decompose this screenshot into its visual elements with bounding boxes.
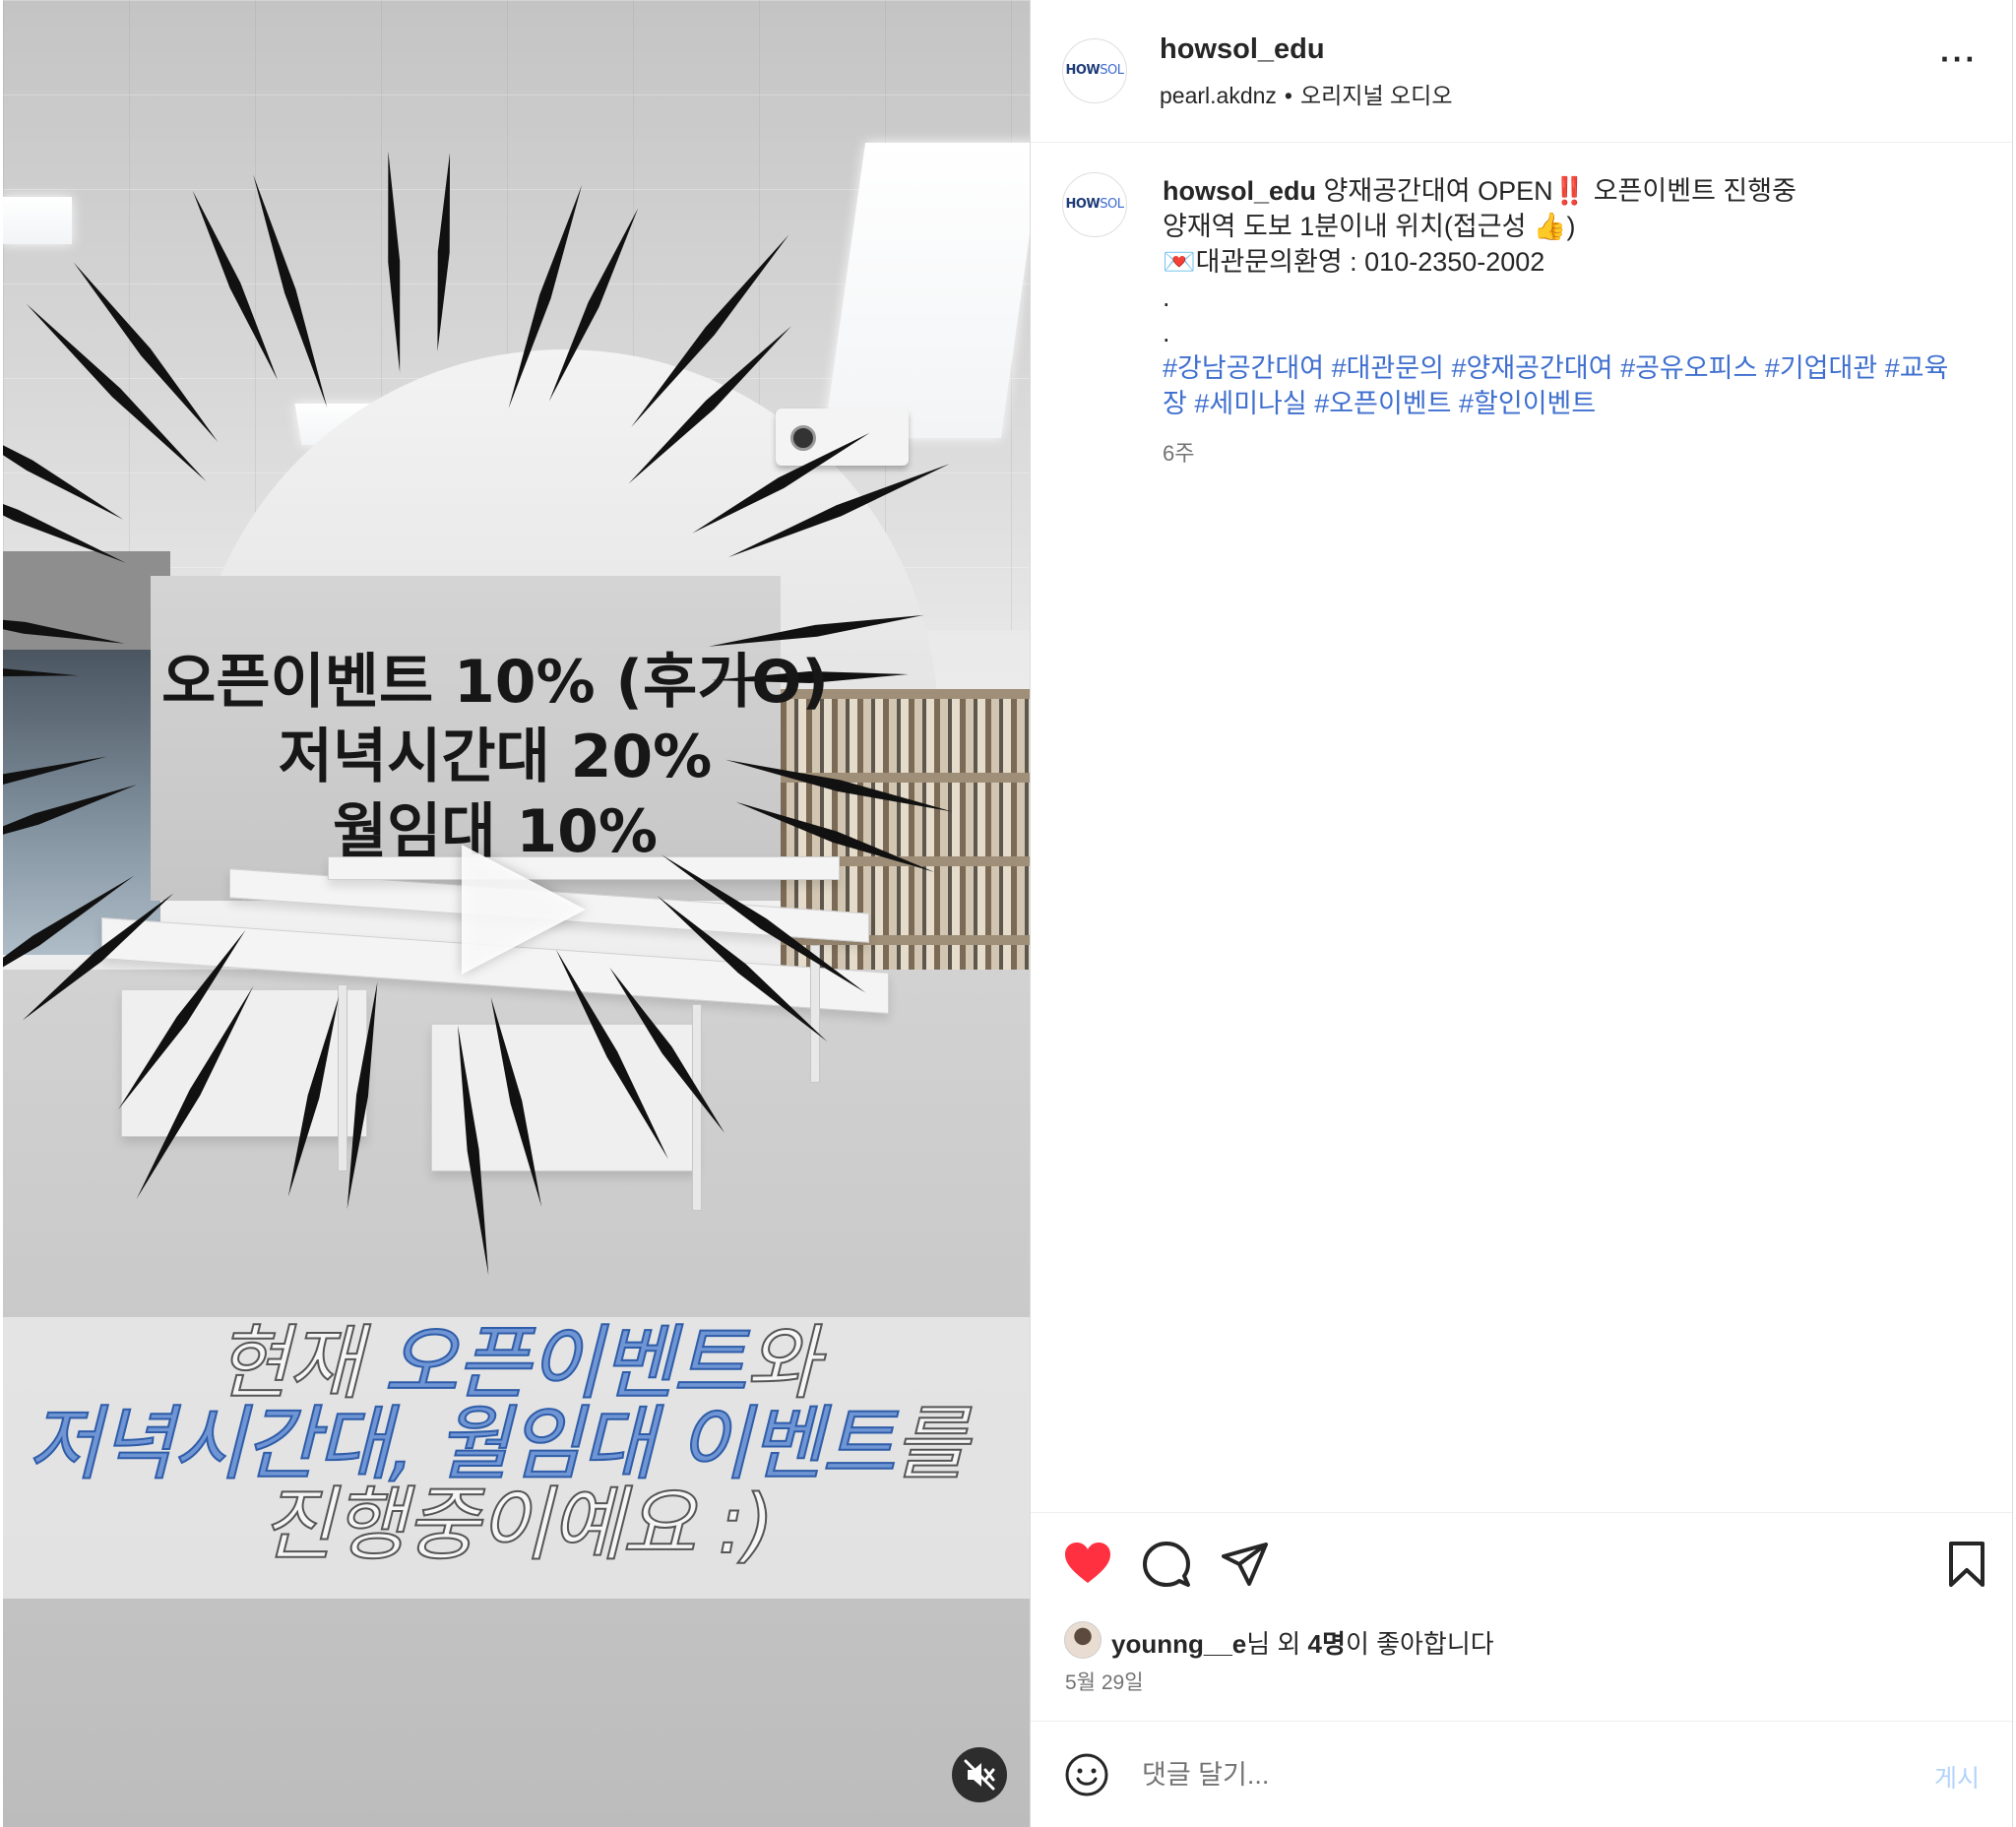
burst-spike [609, 967, 725, 1133]
caption-highlight: 저녁시간대, 월임대 이벤트 [27, 1398, 897, 1491]
burst-spike [490, 996, 542, 1207]
divider [1031, 1721, 2012, 1722]
burst-spike [3, 619, 125, 644]
event-line: 저녁시간대 20% [278, 723, 713, 791]
burst-spike [555, 949, 669, 1160]
reel-video[interactable]: 오픈이벤트 10% (후기O) 저녁시간대 20% 월임대 10% 현재 오픈이… [3, 0, 1030, 1827]
hashtag-link[interactable]: #공유오피스 [1620, 353, 1757, 383]
caption-text: 를 [893, 1398, 969, 1491]
caption-line: . [1163, 318, 1170, 347]
heart-filled-icon[interactable] [1062, 1539, 1113, 1590]
likes-summary: younng__e님 외 4명이 좋아합니다 [1111, 1624, 1494, 1661]
burst-spike [388, 151, 401, 373]
burst-spike [458, 1025, 489, 1276]
caption-avatar[interactable]: HOWSOL [1062, 172, 1127, 237]
hashtag-link[interactable]: #양재공간대여 [1451, 353, 1612, 383]
caption-highlight: 오픈이벤트 [383, 1317, 748, 1411]
comment-input[interactable] [1142, 1752, 1870, 1797]
burst-spike [3, 445, 124, 520]
burst-spike [287, 996, 340, 1197]
likes-text: 이 좋아합니다 [1345, 1629, 1494, 1659]
event-text: 오픈이벤트 10% (후기O) 저녁시간대 20% 월임대 10% [3, 645, 987, 869]
burst-spike [253, 174, 328, 409]
divider [1031, 1512, 2012, 1513]
post-date[interactable]: 5월 29일 [1065, 1667, 1144, 1696]
post-detail-panel: HOWSOL howsol_edu pearl.akdnz • 오리지널 오디오 ·… [1030, 0, 2013, 1827]
header-username[interactable]: howsol_edu [1160, 33, 1325, 66]
burst-spike [346, 981, 378, 1210]
caption-line: 💌대관문의환영 : 010-2350-2002 [1163, 247, 1545, 277]
profile-avatar[interactable]: HOWSOL [1062, 38, 1127, 103]
caption-text: 현재 [215, 1317, 384, 1411]
burst-spike [136, 985, 254, 1200]
avatar-logo-text: HOW [1065, 63, 1101, 78]
liker-avatar[interactable] [1064, 1621, 1102, 1659]
hashtag-link[interactable]: #오픈이벤트 [1314, 389, 1451, 418]
share-icon[interactable] [1220, 1539, 1271, 1590]
event-line: 오픈이벤트 10% (후기O) [161, 648, 829, 717]
burst-spike [508, 184, 583, 409]
divider [1031, 142, 2012, 143]
caption-username[interactable]: howsol_edu [1163, 176, 1316, 206]
burst-spike [22, 893, 174, 1021]
audio-label-link[interactable]: 오리지널 오디오 [1300, 83, 1453, 108]
hashtag-link[interactable]: #할인이벤트 [1459, 389, 1596, 418]
post-comment-button[interactable]: 게시 [1934, 1759, 1980, 1795]
bookmark-icon[interactable] [1941, 1539, 1992, 1590]
audio-user-link[interactable]: pearl.akdnz [1160, 83, 1277, 108]
hashtag-link[interactable]: #대관문의 [1332, 353, 1444, 383]
more-options-button[interactable]: ··· [1940, 43, 1978, 75]
burst-spike [692, 432, 870, 534]
likes-text: 님 외 [1246, 1629, 1308, 1659]
header-audio: pearl.akdnz • 오리지널 오디오 [1160, 77, 1453, 110]
speaker-muted-icon[interactable] [952, 1747, 1007, 1802]
hashtag-link[interactable]: #기업대관 [1765, 353, 1877, 383]
avatar-logo-text: HOW [1065, 197, 1101, 212]
burst-spike [727, 464, 950, 558]
hashtag-list: #강남공간대여 #대관문의 #양재공간대여 #공유오피스 #기업대관 #교육장 … [1163, 350, 1950, 421]
caption-text: 와 [744, 1317, 820, 1411]
post-caption: howsol_edu 양재공간대여 OPEN‼️ 오픈이벤트 진행중 양재역 도… [1163, 173, 1950, 421]
caption-text: 진행중이예요 :) [259, 1479, 775, 1572]
burst-spike [117, 929, 246, 1110]
caption-line: . [1163, 283, 1170, 312]
smiley-icon[interactable] [1064, 1752, 1109, 1797]
burst-spike [192, 190, 279, 381]
hashtag-link[interactable]: #세미나실 [1194, 389, 1306, 418]
burst-spike [628, 326, 791, 484]
burst-spike [73, 262, 219, 442]
post-time-ago[interactable]: 6주 [1163, 436, 1194, 468]
avatar-logo-text: SOL [1100, 63, 1124, 78]
play-icon[interactable] [462, 845, 586, 975]
hashtag-link[interactable]: #강남공간대여 [1163, 353, 1324, 383]
burst-spike [708, 614, 924, 647]
comment-icon[interactable] [1141, 1539, 1192, 1590]
liker-username[interactable]: younng__e [1111, 1629, 1246, 1659]
burst-spike [657, 895, 828, 1042]
caption-line: 양재역 도보 1분이내 위치(접근성 👍) [1163, 212, 1576, 241]
likes-count[interactable]: 4명 [1308, 1629, 1346, 1659]
burst-spike [437, 153, 451, 351]
speaker-muted-icon [964, 1759, 995, 1791]
caption-line: 양재공간대여 OPEN‼️ 오픈이벤트 진행중 [1323, 176, 1796, 206]
video-caption: 현재 오픈이벤트와 저녁시간대, 월임대 이벤트를 진행중이예요 :) [3, 1323, 1030, 1567]
separator: • [1284, 83, 1292, 108]
avatar-logo-text: SOL [1100, 197, 1124, 212]
